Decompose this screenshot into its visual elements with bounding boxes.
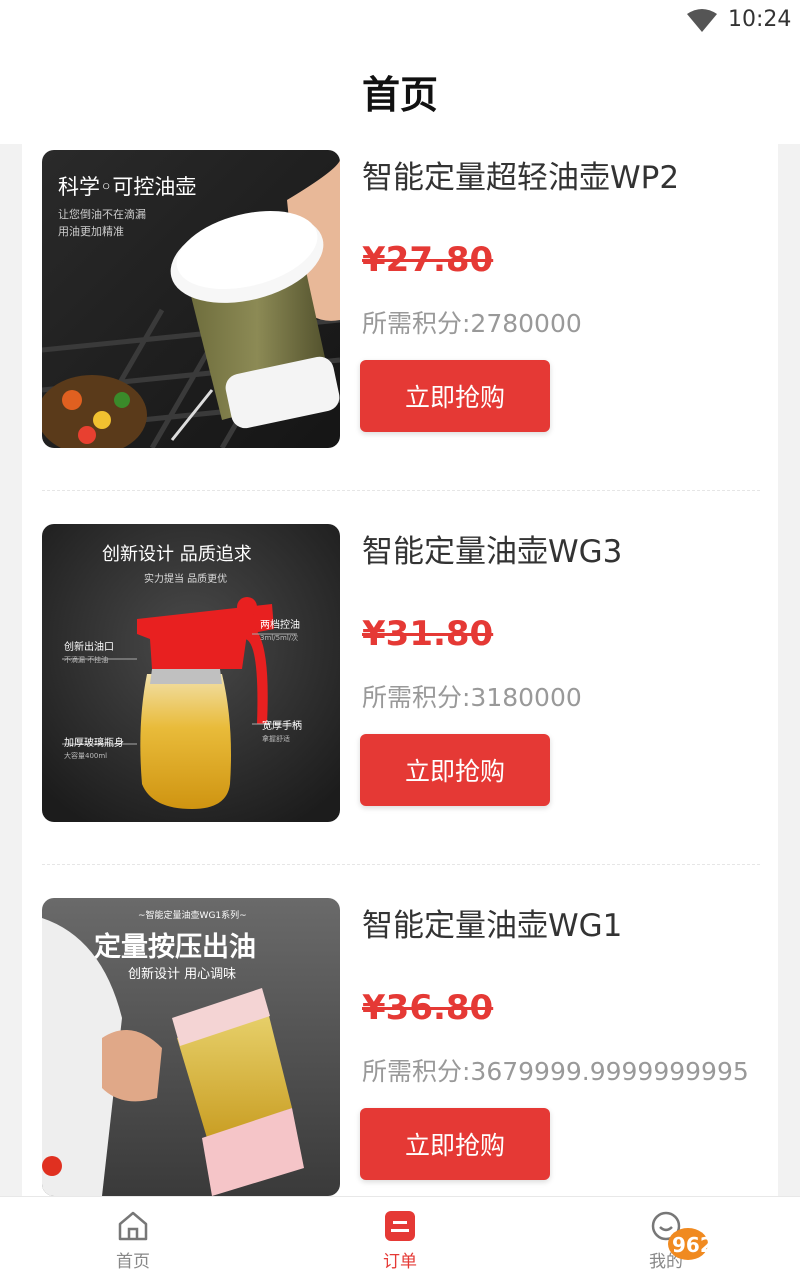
svg-text:962.NET: 962.NET	[672, 1233, 766, 1257]
status-time: 10:24	[728, 7, 792, 32]
svg-text:加厚玻璃瓶身: 加厚玻璃瓶身	[64, 736, 124, 749]
buy-now-button[interactable]: 立即抢购	[360, 1108, 550, 1180]
svg-text:用油更加精准: 用油更加精准	[58, 224, 124, 238]
svg-text:宽厚手柄: 宽厚手柄	[262, 719, 302, 732]
product-price: ¥31.80	[362, 614, 494, 654]
wifi-icon	[687, 9, 717, 32]
product-image[interactable]: 创新设计 品质追求 实力提当 品质更优 两档控油 3ml/5ml/次 创新出油口…	[42, 524, 340, 822]
svg-text:两档控油: 两档控油	[260, 618, 300, 631]
divider	[42, 864, 760, 865]
status-bar: 10:24	[0, 0, 800, 42]
oil-pot-wg3-image: 创新设计 品质追求 实力提当 品质更优 两档控油 3ml/5ml/次 创新出油口…	[42, 524, 340, 822]
tab-home[interactable]: 首页	[73, 1209, 193, 1272]
product-card[interactable]: 科学◦可控油壶 让您倒油不在滴漏 用油更加精准 智能定量超轻油壶WP2 ¥27.…	[22, 144, 778, 518]
buy-now-button[interactable]: 立即抢购	[360, 360, 550, 432]
divider	[42, 490, 760, 491]
tab-label: 订单	[383, 1252, 417, 1272]
image-headline: 科学◦可控油壶	[58, 175, 196, 199]
product-image[interactable]: 科学◦可控油壶 让您倒油不在滴漏 用油更加精准	[42, 150, 340, 448]
svg-text:~智能定量油壶WG1系列~: ~智能定量油壶WG1系列~	[138, 909, 247, 921]
image-headline: 创新设计 品质追求	[102, 544, 252, 565]
svg-text:让您倒油不在滴漏: 让您倒油不在滴漏	[58, 207, 146, 221]
svg-text:拿握舒适: 拿握舒适	[262, 734, 290, 743]
svg-text:实力提当 品质更优: 实力提当 品质更优	[144, 572, 227, 585]
product-image[interactable]: ~智能定量油壶WG1系列~ 定量按压出油 创新设计 用心调味	[42, 898, 340, 1196]
page-title: 首页	[361, 73, 438, 117]
svg-text:3ml/5ml/次: 3ml/5ml/次	[260, 633, 298, 642]
tab-orders[interactable]: 订单	[340, 1209, 460, 1272]
product-points: 所需积分:3679999.9999999995	[362, 1057, 749, 1086]
order-icon	[385, 1211, 415, 1241]
svg-text:创新设计 用心调味: 创新设计 用心调味	[128, 966, 236, 982]
product-name: 智能定量油壶WG1	[362, 908, 623, 944]
tab-label: 首页	[116, 1252, 150, 1272]
buy-now-button[interactable]: 立即抢购	[360, 734, 550, 806]
svg-text:不滴漏 不挂油: 不滴漏 不挂油	[64, 655, 108, 664]
image-headline: 定量按压出油	[94, 931, 256, 963]
product-price: ¥27.80	[362, 240, 494, 280]
product-points: 所需积分:3180000	[362, 683, 582, 712]
svg-text:大容量400ml: 大容量400ml	[64, 751, 107, 760]
svg-text:乐游网: 乐游网	[724, 1256, 766, 1272]
home-icon	[118, 1211, 148, 1241]
product-name: 智能定量超轻油壶WP2	[362, 160, 680, 196]
oil-pot-wp2-image: 科学◦可控油壶 让您倒油不在滴漏 用油更加精准	[42, 150, 340, 448]
app-header: 首页	[0, 42, 800, 144]
product-card[interactable]: ~智能定量油壶WG1系列~ 定量按压出油 创新设计 用心调味 智能定量油壶WG1…	[22, 892, 778, 1196]
product-list[interactable]: 科学◦可控油壶 让您倒油不在滴漏 用油更加精准 智能定量超轻油壶WP2 ¥27.…	[22, 144, 778, 1196]
product-name: 智能定量油壶WG3	[362, 534, 623, 570]
product-points: 所需积分:2780000	[362, 309, 582, 338]
product-price: ¥36.80	[362, 988, 494, 1028]
oil-pot-wg1-image: ~智能定量油壶WG1系列~ 定量按压出油 创新设计 用心调味	[42, 898, 340, 1196]
product-card[interactable]: 创新设计 品质追求 实力提当 品质更优 两档控油 3ml/5ml/次 创新出油口…	[22, 518, 778, 892]
site-watermark-logo: 962.NET 乐游网	[668, 1228, 766, 1272]
svg-text:创新出油口: 创新出油口	[64, 640, 114, 653]
